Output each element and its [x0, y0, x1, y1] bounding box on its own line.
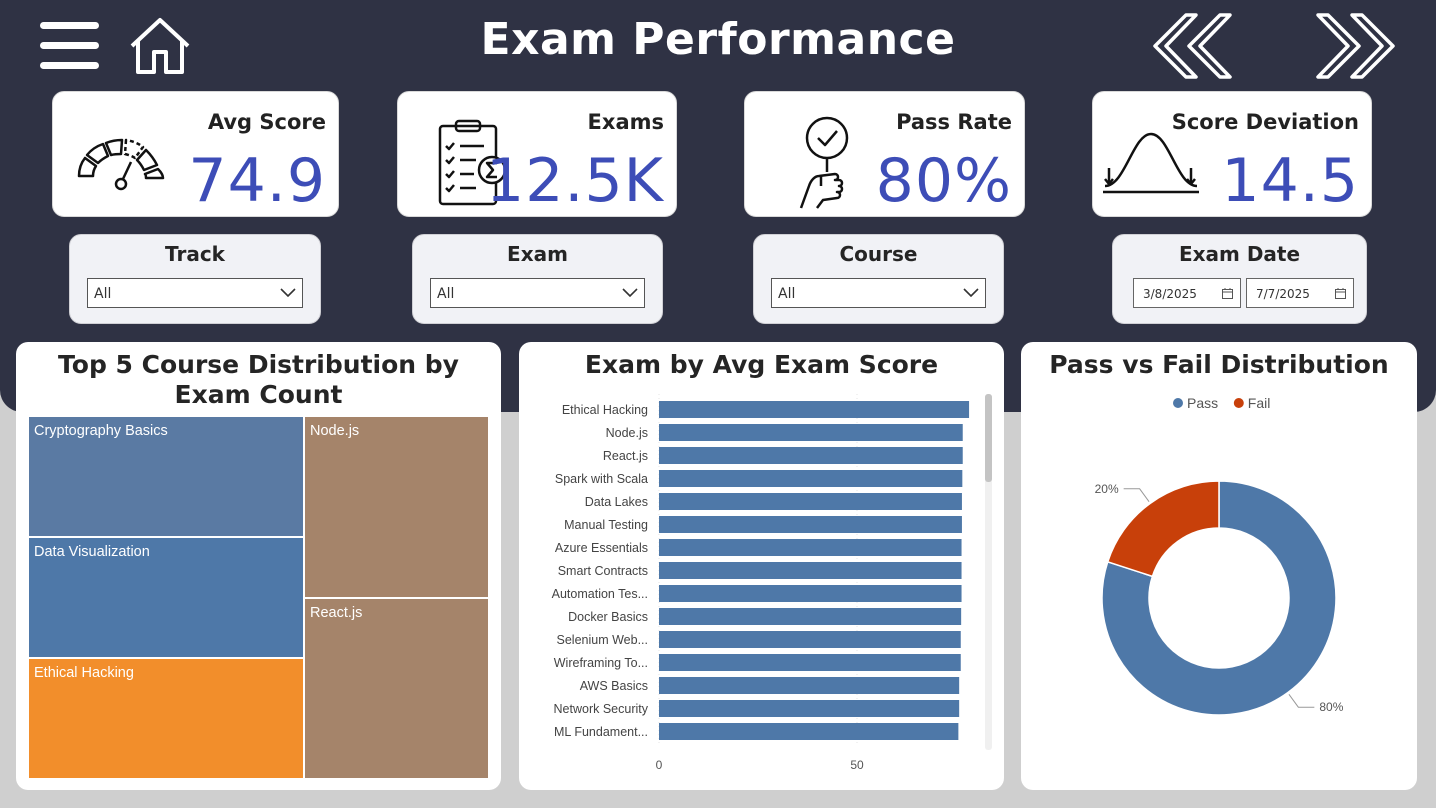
- bar-chart-card: Exam by Avg Exam Score 0 50 Ethical Hackin…: [519, 342, 1004, 790]
- bar[interactable]: [659, 562, 962, 579]
- leader-line: [1288, 693, 1315, 708]
- kpi-value: 74.9: [188, 146, 326, 216]
- bar[interactable]: [659, 677, 960, 694]
- y-category-label: Ethical Hacking: [562, 403, 648, 417]
- bar[interactable]: [659, 585, 962, 602]
- scrollbar-thumb[interactable]: [985, 394, 992, 482]
- y-category-label: AWS Basics: [580, 679, 648, 693]
- y-category-label: Automation Tes...: [552, 587, 648, 601]
- tile-label: React.js: [310, 605, 363, 621]
- donut-slice[interactable]: [1106, 480, 1220, 578]
- x-tick-label: 0: [656, 758, 663, 772]
- bar[interactable]: [659, 654, 961, 671]
- treemap-tile-nodejs[interactable]: Node.js: [304, 416, 489, 598]
- x-tick-label: 50: [850, 758, 864, 772]
- bar[interactable]: [659, 723, 959, 740]
- tile-label: Data Visualization: [34, 544, 150, 560]
- bar[interactable]: [659, 424, 963, 441]
- kpi-card-exams: Exams 12.5K: [397, 91, 677, 217]
- legend-label[interactable]: Fail: [1248, 395, 1271, 411]
- slicer-title: Course: [839, 242, 918, 266]
- exam-dropdown[interactable]: All: [430, 278, 645, 308]
- slicer-title: Track: [165, 242, 225, 266]
- end-date-input[interactable]: 7/7/2025: [1246, 278, 1354, 308]
- track-dropdown[interactable]: All: [87, 278, 303, 308]
- dropdown-value: All: [778, 286, 796, 302]
- chevron-down-icon: [622, 288, 638, 297]
- kpi-label: Pass Rate: [896, 110, 1012, 134]
- slicer-course: Course All: [753, 234, 1004, 324]
- tile-label: Node.js: [310, 423, 360, 439]
- tile-label: Ethical Hacking: [34, 665, 134, 681]
- back-double-chevron-icon[interactable]: [1152, 12, 1234, 80]
- slicer-exam-date: Exam Date 3/8/2025 7/7/2025: [1112, 234, 1367, 324]
- forward-double-chevron-icon[interactable]: [1314, 12, 1396, 80]
- donut-chart: Pass Fail 80% 20%: [1095, 395, 1344, 716]
- dropdown-value: All: [94, 286, 112, 302]
- y-category-label: Data Lakes: [585, 495, 648, 509]
- treemap-tile-cryptography-basics[interactable]: Cryptography Basics: [28, 416, 304, 537]
- chevron-down-icon: [280, 288, 296, 297]
- bar-chart: 0 50 Ethical Hacking Node.js React.js Spark w…: [552, 394, 970, 772]
- donut-chart-card: Pass vs Fail Distribution Pass Fail 80% 20%: [1021, 342, 1417, 790]
- leader-line: [1123, 488, 1150, 503]
- bar[interactable]: [659, 539, 962, 556]
- calendar-icon: [1222, 288, 1233, 299]
- kpi-value: 12.5K: [486, 146, 664, 216]
- y-category-label: Azure Essentials: [555, 541, 648, 555]
- legend-marker: [1233, 398, 1244, 408]
- chevron-down-icon: [963, 288, 979, 297]
- kpi-label: Exams: [587, 110, 664, 134]
- bell-curve-icon: [1101, 128, 1201, 202]
- y-category-label: Node.js: [606, 426, 648, 440]
- legend-marker: [1173, 398, 1183, 408]
- bar[interactable]: [659, 401, 970, 418]
- treemap-tile-ethical-hacking[interactable]: Ethical Hacking: [28, 658, 304, 779]
- gauge-icon: [75, 132, 171, 196]
- kpi-value: 80%: [875, 146, 1012, 216]
- legend-label[interactable]: Pass: [1187, 395, 1218, 411]
- slicer-title: Exam: [507, 242, 568, 266]
- tile-label: Cryptography Basics: [34, 423, 168, 439]
- treemap-title: Top 5 Course Distribution by Exam Count: [58, 350, 459, 409]
- bar[interactable]: [659, 447, 963, 464]
- kpi-card-avg-score: Avg Score 74.9: [52, 91, 339, 217]
- data-label: 20%: [1095, 482, 1119, 496]
- date-value: 7/7/2025: [1256, 287, 1310, 301]
- y-category-label: Spark with Scala: [555, 472, 648, 486]
- course-dropdown[interactable]: All: [771, 278, 986, 308]
- kpi-card-pass-rate: Pass Rate 80%: [744, 91, 1025, 217]
- kpi-label: Score Deviation: [1171, 110, 1359, 134]
- kpi-card-score-deviation: Score Deviation 14.5: [1092, 91, 1372, 217]
- bar[interactable]: [659, 516, 962, 533]
- y-category-label: ML Fundament...: [554, 725, 648, 739]
- calendar-icon: [1335, 288, 1346, 299]
- scrollbar[interactable]: [985, 394, 992, 750]
- y-category-label: Selenium Web...: [557, 633, 648, 647]
- bar[interactable]: [659, 631, 961, 648]
- kpi-label: Avg Score: [207, 110, 326, 134]
- data-label: 80%: [1319, 700, 1343, 714]
- treemap-tile-data-visualization[interactable]: Data Visualization: [28, 537, 304, 658]
- bar[interactable]: [659, 700, 960, 717]
- y-category-label: React.js: [603, 449, 648, 463]
- treemap-tile-reactjs[interactable]: React.js: [304, 598, 489, 779]
- y-category-label: Network Security: [554, 702, 649, 716]
- start-date-input[interactable]: 3/8/2025: [1133, 278, 1241, 308]
- slicer-exam: Exam All: [412, 234, 663, 324]
- hand-check-icon: [795, 114, 855, 216]
- treemap-card: Top 5 Course Distribution by Exam Count …: [16, 342, 501, 790]
- bar[interactable]: [659, 470, 963, 487]
- date-value: 3/8/2025: [1143, 287, 1197, 301]
- y-category-label: Manual Testing: [564, 518, 648, 532]
- bar[interactable]: [659, 493, 962, 510]
- slicer-title: Exam Date: [1178, 242, 1301, 266]
- dropdown-value: All: [437, 286, 455, 302]
- slicer-track: Track All: [69, 234, 321, 324]
- bar[interactable]: [659, 608, 962, 625]
- kpi-value: 14.5: [1221, 146, 1359, 216]
- y-category-label: Docker Basics: [568, 610, 648, 624]
- y-category-label: Wireframing To...: [554, 656, 648, 670]
- y-category-label: Smart Contracts: [558, 564, 648, 578]
